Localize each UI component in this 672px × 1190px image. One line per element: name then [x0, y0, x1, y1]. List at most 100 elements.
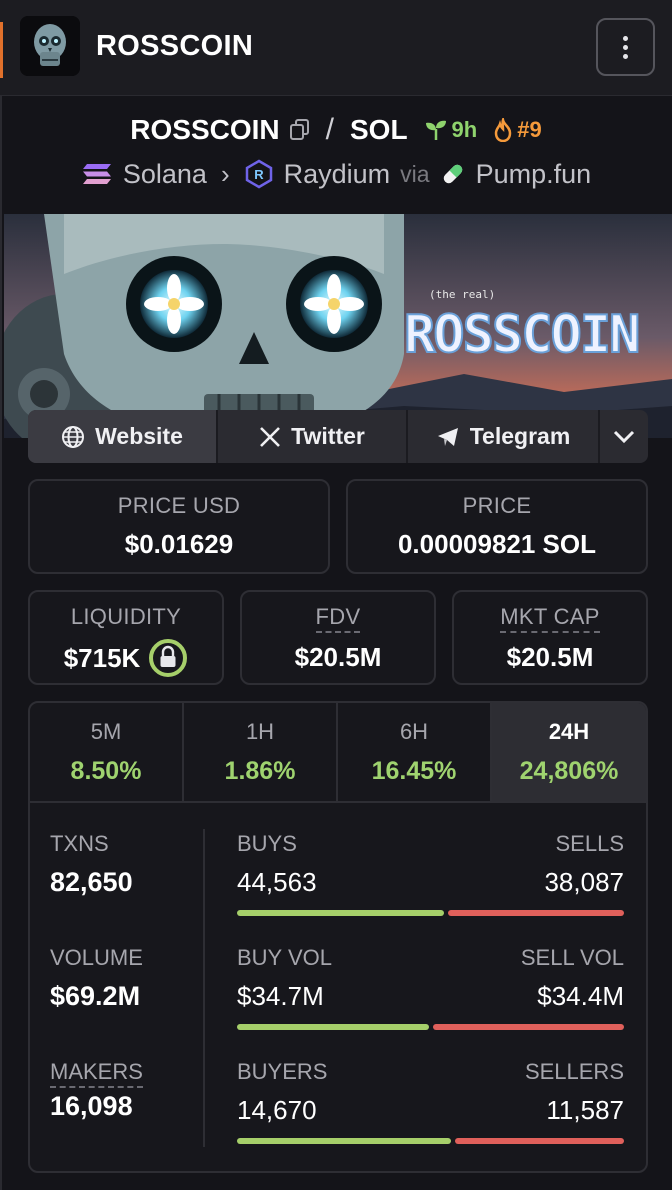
price-native-value: 0.00009821 SOL: [397, 529, 597, 559]
volume-metric: VOLUME $69.2M: [50, 945, 143, 1012]
tab-5m-change: 8.50%: [70, 757, 142, 785]
market-cap-label[interactable]: MKT CAP: [500, 604, 600, 633]
volume-value: $69.2M: [50, 981, 141, 1011]
left-edge-divider: [0, 96, 2, 1190]
tab-6h-label: 6H: [399, 719, 429, 744]
skull-logo-icon: [20, 16, 80, 76]
tab-24h[interactable]: 24H 24,806%: [492, 703, 646, 801]
fdv-value: $20.5M: [294, 642, 382, 672]
banner-big-text: ROSSCOIN: [404, 305, 638, 365]
tab-6h-change: 16.45%: [371, 757, 457, 785]
token-banner-image: (the real) ROSSCOIN: [4, 214, 672, 438]
chevron-down-icon: [613, 430, 635, 443]
active-accent-strip: [0, 22, 3, 78]
fdv-label[interactable]: FDV: [315, 604, 361, 633]
copy-icon[interactable]: [289, 119, 310, 141]
volume-label: VOLUME: [50, 945, 143, 970]
buy-vol-label: BUY VOL: [237, 945, 332, 970]
fdv-card: FDV $20.5M: [240, 590, 436, 685]
kebab-menu-icon: [623, 35, 628, 41]
txns-label: TXNS: [50, 831, 109, 856]
tab-24h-label: 24H: [548, 719, 590, 744]
buy-sell-volume-block: BUY VOL SELL VOL $34.7M $34.4M: [237, 945, 624, 1030]
sellers-value: 11,587: [546, 1095, 624, 1125]
sells-label: SELLS: [555, 831, 625, 856]
buys-sells-block: BUYS SELLS 44,563 38,087: [237, 831, 624, 916]
market-cap-card: MKT CAP $20.5M: [452, 590, 648, 685]
buyers-value: 14,670: [237, 1095, 317, 1125]
tab-1h-label: 1H: [245, 719, 275, 744]
token-logo[interactable]: [20, 16, 80, 76]
price-usd-card: PRICE USD $0.01629: [28, 479, 330, 574]
buyers-sellers-bar: [237, 1138, 624, 1144]
quote-token-symbol: SOL: [349, 114, 408, 145]
breadcrumb-chevron-icon: ›: [220, 158, 230, 189]
globe-icon: [62, 425, 85, 448]
liquidity-card: LIQUIDITY $715K: [28, 590, 224, 685]
pair-age-value: 9h: [451, 117, 478, 142]
buyers-bar-fill: [237, 1138, 451, 1144]
buy-sell-volume-bar: [237, 1024, 624, 1030]
buy-vol-value: $34.7M: [237, 981, 324, 1011]
txns-value: 82,650: [50, 867, 133, 897]
top-bar: ROSSCOIN: [0, 0, 672, 96]
tab-1h[interactable]: 1H 1.86%: [184, 703, 338, 801]
chain-breadcrumb: Solana › R Raydium via Pump.fun: [0, 154, 672, 194]
twitter-link-button[interactable]: Twitter: [218, 410, 408, 463]
more-menu-button[interactable]: [596, 18, 655, 76]
buys-label: BUYS: [237, 831, 297, 856]
tab-24h-change: 24,806%: [519, 757, 619, 785]
sell-vol-bar-fill: [433, 1024, 624, 1030]
flame-icon: [494, 118, 512, 142]
banner-artwork: (the real) ROSSCOIN: [4, 214, 672, 438]
twitter-label: Twitter: [291, 423, 365, 449]
column-divider: [203, 829, 205, 1147]
makers-value: 16,098: [50, 1091, 133, 1121]
seedling-icon: [425, 120, 446, 140]
base-token-symbol: ROSSCOIN: [130, 114, 280, 145]
market-cap-value: $20.5M: [506, 642, 594, 672]
buys-sells-bar: [237, 910, 624, 916]
social-links-bar: Website Twitter Telegram: [28, 410, 648, 463]
raydium-icon: R: [245, 159, 272, 189]
trending-rank-value: #9: [517, 117, 542, 142]
sells-bar-fill: [448, 910, 624, 916]
makers-label[interactable]: MAKERS: [50, 1059, 143, 1088]
svg-text:R: R: [254, 167, 264, 182]
sellers-label: SELLERS: [524, 1059, 624, 1084]
trending-rank[interactable]: #9: [493, 117, 542, 143]
lock-icon[interactable]: [148, 638, 188, 678]
sells-value: 38,087: [544, 867, 624, 897]
trading-stats-panel: 5M 8.50% 1H 1.86% 6H 16.45% 24H 24,806% …: [28, 701, 648, 1173]
website-link-button[interactable]: Website: [28, 410, 218, 463]
network-link[interactable]: Solana: [123, 159, 207, 190]
telegram-label: Telegram: [469, 423, 571, 449]
telegram-link-button[interactable]: Telegram: [408, 410, 600, 463]
tab-5m-label: 5M: [90, 719, 122, 744]
buy-vol-bar-fill: [237, 1024, 429, 1030]
liquidity-label: LIQUIDITY: [70, 604, 182, 629]
more-links-button[interactable]: [600, 410, 648, 463]
solana-icon: [82, 164, 111, 184]
sellers-bar-fill: [455, 1138, 624, 1144]
x-logo-icon: [260, 426, 281, 447]
telegram-icon: [437, 427, 458, 446]
launchpad-link[interactable]: Pump.fun: [476, 159, 592, 190]
pill-icon: [443, 164, 462, 184]
tab-1h-change: 1.86%: [224, 757, 296, 785]
buyers-sellers-block: BUYERS SELLERS 14,670 11,587: [237, 1059, 624, 1144]
price-native-label: PRICE: [462, 493, 532, 518]
tab-5m[interactable]: 5M 8.50%: [30, 703, 184, 801]
price-native-card: PRICE 0.00009821 SOL: [346, 479, 648, 574]
tab-6h[interactable]: 6H 16.45%: [338, 703, 492, 801]
app-title: ROSSCOIN: [96, 30, 254, 62]
sell-vol-value: $34.4M: [537, 981, 624, 1011]
buys-bar-fill: [237, 910, 444, 916]
price-usd-value: $0.01629: [124, 529, 234, 559]
totals-column: TXNS 82,650 VOLUME $69.2M MAKERS 16,098: [30, 803, 205, 1171]
timeframe-tabs: 5M 8.50% 1H 1.86% 6H 16.45% 24H 24,806%: [30, 703, 646, 803]
website-label: Website: [95, 423, 183, 449]
dex-link[interactable]: Raydium: [284, 159, 391, 190]
makers-metric: MAKERS 16,098: [50, 1059, 143, 1122]
buys-value: 44,563: [237, 867, 317, 897]
